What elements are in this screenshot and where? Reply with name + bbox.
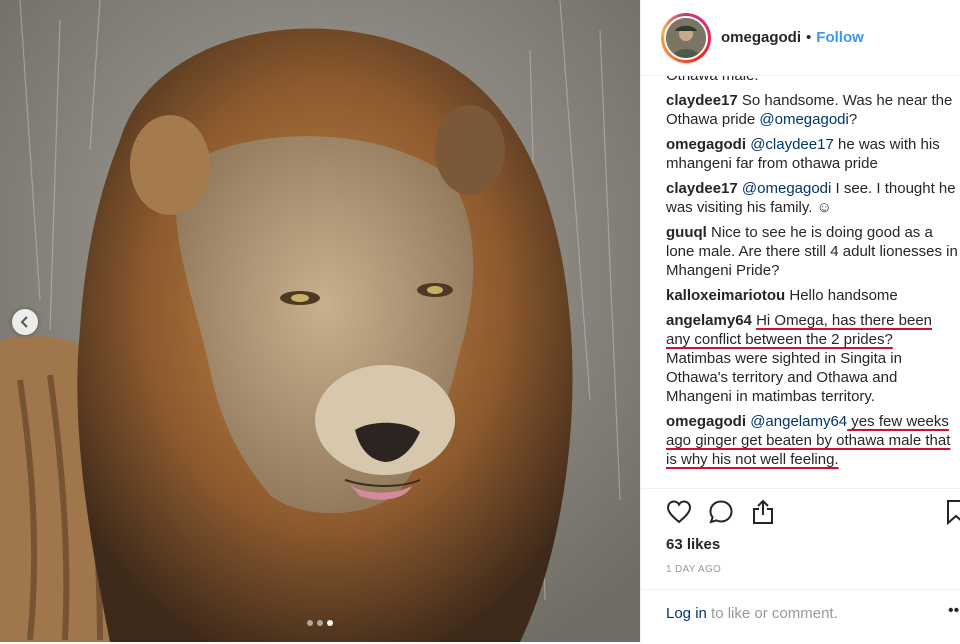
share-icon[interactable] bbox=[750, 499, 776, 525]
comment-item: omegagodi @angelamy64 yes few weeks ago … bbox=[666, 412, 958, 469]
mention-link[interactable]: @omegagodi bbox=[742, 180, 831, 197]
header-separator: • bbox=[806, 29, 812, 46]
carousel-dot bbox=[317, 620, 323, 626]
post-date[interactable]: 1 DAY AGO bbox=[666, 564, 721, 575]
post-side-panel: omegagodi • Follow Othawa male. claydee17… bbox=[640, 0, 960, 642]
comment-item: angelamy64 Hi Omega, has there been any … bbox=[666, 311, 958, 406]
carousel-prev-button[interactable] bbox=[12, 309, 38, 335]
login-prompt: Log in to like or comment. bbox=[666, 605, 838, 622]
login-rest-text: to like or comment. bbox=[706, 605, 838, 622]
login-row: Log in to like or comment. ••• bbox=[641, 589, 960, 644]
post-photo bbox=[0, 0, 640, 642]
carousel-dots bbox=[0, 620, 640, 626]
comment-username[interactable]: kalloxeimariotou bbox=[666, 287, 785, 304]
lion-photo bbox=[0, 0, 640, 642]
comment-item: guuql Nice to see he is doing good as a … bbox=[666, 223, 958, 280]
mention-link[interactable]: @angelamy64 bbox=[750, 413, 847, 430]
comment-username[interactable]: claydee17 bbox=[666, 92, 738, 109]
instagram-post-view: omegagodi • Follow Othawa male. claydee17… bbox=[0, 0, 960, 642]
comment-item: omegagodi @claydee17 he was with his mha… bbox=[666, 135, 958, 173]
comment-item: kalloxeimariotou Hello handsome bbox=[666, 286, 958, 305]
login-link[interactable]: Log in bbox=[666, 605, 707, 622]
mention-link[interactable]: @omegagodi bbox=[759, 111, 848, 128]
chevron-left-icon bbox=[20, 316, 28, 328]
comment-icon[interactable] bbox=[708, 499, 734, 525]
post-header: omegagodi • Follow bbox=[641, 0, 960, 76]
bookmark-icon[interactable] bbox=[946, 499, 960, 525]
comment-text: Nice to see he is doing good as a lone m… bbox=[666, 224, 958, 279]
comment-text: ? bbox=[848, 111, 858, 128]
comment-item: claydee17 @omegagodi I see. I thought he… bbox=[666, 179, 958, 217]
comments-list[interactable]: Othawa male. claydee17 So handsome. Was h… bbox=[641, 76, 960, 488]
comment-text: Hello handsome bbox=[789, 287, 898, 304]
post-actions: 63 likes 1 DAY AGO Log in to like or com… bbox=[641, 488, 960, 643]
follow-button[interactable]: Follow bbox=[816, 29, 864, 46]
comment-item: claydee17 So handsome. Was he near the O… bbox=[666, 91, 958, 129]
likes-count[interactable]: 63 likes bbox=[666, 536, 720, 553]
avatar-story-ring[interactable] bbox=[661, 12, 711, 63]
header-username[interactable]: omegagodi bbox=[721, 29, 801, 46]
comments-inner: Othawa male. claydee17 So handsome. Was h… bbox=[666, 76, 958, 475]
mention-link[interactable]: @claydee17 bbox=[750, 136, 834, 153]
action-icons bbox=[666, 499, 776, 529]
carousel-dot-active bbox=[327, 620, 333, 626]
comment-username[interactable]: guuql bbox=[666, 224, 707, 241]
carousel-dot bbox=[307, 620, 313, 626]
more-options-button[interactable]: ••• bbox=[948, 602, 960, 620]
avatar-image bbox=[666, 17, 706, 58]
comment-username[interactable]: omegagodi bbox=[666, 136, 746, 153]
comment-text: Matimbas were sighted in Singita in Otha… bbox=[666, 350, 902, 405]
comment-username[interactable]: claydee17 bbox=[666, 180, 738, 197]
comment-username[interactable]: angelamy64 bbox=[666, 312, 752, 329]
comment-username[interactable]: omegagodi bbox=[666, 413, 746, 430]
heart-icon[interactable] bbox=[666, 499, 692, 525]
comment-item: Othawa male. bbox=[666, 76, 958, 85]
comment-text: Othawa male. bbox=[666, 76, 759, 84]
avatar[interactable] bbox=[664, 15, 708, 60]
